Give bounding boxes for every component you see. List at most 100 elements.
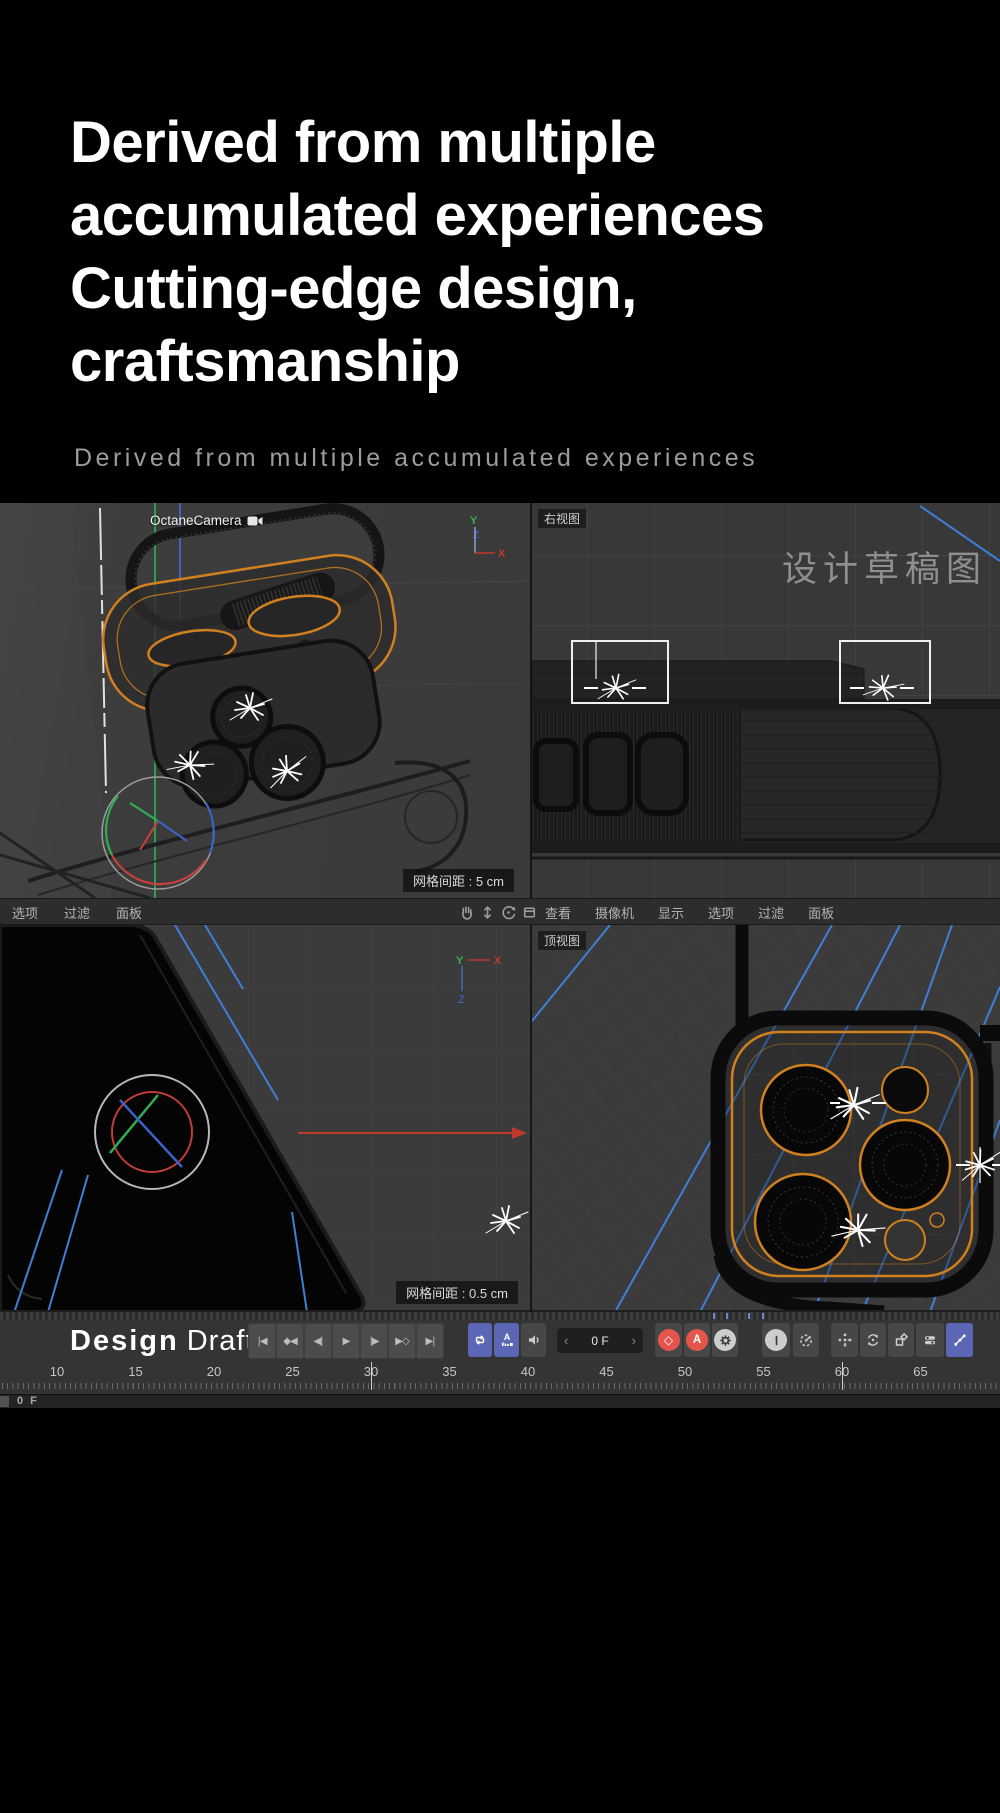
phone-silhouette <box>0 925 364 1312</box>
slider-handle[interactable] <box>0 1396 9 1407</box>
phone-top-drawing <box>0 925 530 1312</box>
pla-toggle[interactable] <box>946 1323 973 1357</box>
axis-z-label: Z <box>473 530 479 541</box>
rotation-icon <box>865 1332 881 1348</box>
axis-y-label: Y <box>456 955 464 967</box>
gauge-button[interactable] <box>793 1323 819 1357</box>
x-axis-arrow <box>298 1127 527 1139</box>
play-button[interactable]: ▶ <box>333 1324 359 1358</box>
menu-item[interactable]: 摄像机 <box>595 903 634 922</box>
axis-x-label: X <box>494 955 502 967</box>
title-line-4: craftsmanship <box>70 325 1000 398</box>
menubar-left: 选项 过滤 面板 <box>12 899 142 926</box>
design-draft-title: DesignDraft <box>70 1325 255 1358</box>
menu-item[interactable]: 过滤 <box>758 903 784 922</box>
key-tick <box>726 1313 728 1319</box>
watermark-text: 设计草稿图 <box>782 541 987 592</box>
menu-item[interactable]: 面板 <box>808 903 834 922</box>
perspective-wireframe-drawing <box>0 503 530 898</box>
autokeying-button[interactable]: A <box>684 1323 710 1357</box>
ruler-number: 15 <box>128 1364 142 1379</box>
ruler-number: 25 <box>285 1364 299 1379</box>
go-to-start-button[interactable]: |◀ <box>249 1324 275 1358</box>
scale-icon <box>893 1332 909 1348</box>
record-diamond-icon: ◇ <box>658 1329 680 1351</box>
svg-text:A: A <box>503 1332 510 1342</box>
menu-item[interactable]: 选项 <box>708 903 734 922</box>
sound-button[interactable] <box>521 1323 546 1357</box>
previous-frame-button[interactable]: ◀| <box>305 1324 331 1358</box>
ruler-number: 35 <box>442 1364 456 1379</box>
position-toggle[interactable] <box>831 1323 858 1357</box>
rotate-view-icon[interactable] <box>500 904 517 921</box>
loop-playback-button[interactable] <box>468 1323 492 1357</box>
speaker-icon <box>526 1332 542 1348</box>
menu-item[interactable]: 查看 <box>545 903 571 922</box>
current-frame-field[interactable]: ‹ 0 F › <box>557 1328 643 1353</box>
hero-section: Derived from multiple accumulated experi… <box>0 0 1000 473</box>
record-keyframe-button[interactable]: ◇ <box>655 1323 682 1357</box>
viewport-nav-icons <box>458 904 538 921</box>
ruler-number: 40 <box>521 1364 535 1379</box>
mouse-icon <box>765 1329 787 1351</box>
previous-key-button[interactable]: ◆◀ <box>277 1324 303 1358</box>
key-tick <box>713 1313 715 1319</box>
keying-settings-button[interactable] <box>712 1323 738 1357</box>
viewport-right-view[interactable]: 右视图 设计草稿图 <box>532 503 1000 898</box>
menu-item[interactable]: 面板 <box>116 903 142 922</box>
frame-marker <box>371 1362 372 1390</box>
parameter-pills-icon <box>922 1332 938 1348</box>
viewport-label[interactable]: 顶视图 <box>538 931 586 950</box>
title-line-1: Derived from multiple <box>70 106 1000 179</box>
rotation-toggle[interactable] <box>860 1323 886 1357</box>
timeline-key-strip[interactable] <box>0 1312 1000 1320</box>
scale-toggle[interactable] <box>888 1323 914 1357</box>
axis-gizmo: Y X Z <box>454 951 508 1012</box>
title-line-3: Cutting-edge design, <box>70 252 1000 325</box>
toggle-view-icon[interactable] <box>521 904 538 921</box>
dolly-zoom-icon[interactable] <box>479 904 496 921</box>
ruler-number: 20 <box>207 1364 221 1379</box>
go-to-end-button[interactable]: ▶| <box>417 1324 443 1358</box>
viewport-label[interactable]: 右视图 <box>538 509 586 528</box>
viewport-camera-top[interactable]: 顶视图 <box>532 925 1000 1312</box>
ruler-number: 45 <box>599 1364 613 1379</box>
parameter-toggle[interactable] <box>916 1323 944 1357</box>
viewport-perspective[interactable]: OctaneCamera Y Z X 网格间距 : 5 cm <box>0 503 530 898</box>
menu-item[interactable]: 显示 <box>658 903 684 922</box>
frame-ruler[interactable]: 101520253035404550556065 <box>0 1362 1000 1392</box>
axis-y-label: Y <box>470 515 478 527</box>
key-tick <box>748 1313 750 1319</box>
autokey-scope-button[interactable]: A <box>494 1323 519 1357</box>
keyframe-selection-button[interactable] <box>762 1323 790 1357</box>
transport-controls: |◀◆◀◀|▶|▶▶◇▶| <box>248 1323 444 1359</box>
internal-components <box>536 735 686 813</box>
animation-timeline: DesignDraft |◀◆◀◀|▶|▶▶◇▶| A <box>0 1312 1000 1408</box>
ruler-number: 55 <box>756 1364 770 1379</box>
frame-marker <box>842 1362 843 1390</box>
viewport-phone-top[interactable]: Y X Z 网格间距 : 0.5 cm <box>0 925 530 1312</box>
pan-hand-icon[interactable] <box>458 904 475 921</box>
next-key-button[interactable]: ▶◇ <box>389 1324 415 1358</box>
next-frame-button[interactable]: |▶ <box>361 1324 387 1358</box>
ruler-number: 65 <box>913 1364 927 1379</box>
camera-object-label[interactable]: OctaneCamera <box>150 513 264 528</box>
ruler-number: 50 <box>678 1364 692 1379</box>
subtitle: Derived from multiple accumulated experi… <box>74 444 1000 473</box>
grid-spacing-badge: 网格间距 : 5 cm <box>403 869 514 892</box>
timeline-slider-bar[interactable]: 0 F <box>0 1394 1000 1408</box>
key-tick <box>762 1313 764 1319</box>
viewport-menubar: 选项 过滤 面板 查看 摄像机 显示 选项 过滤 面板 <box>0 898 1000 925</box>
menu-item[interactable]: 选项 <box>12 903 38 922</box>
a-key-icon: A <box>499 1332 515 1348</box>
axis-gizmo: Y Z X <box>464 513 508 570</box>
frame-decrement[interactable]: ‹ <box>564 1333 568 1348</box>
timeline-toolbar: DesignDraft |◀◆◀◀|▶|▶▶◇▶| A <box>0 1320 1000 1364</box>
position-icon <box>837 1332 853 1348</box>
frame-increment[interactable]: › <box>632 1333 636 1348</box>
camera-closeup-drawing <box>532 925 1000 1312</box>
menu-item[interactable]: 过滤 <box>64 903 90 922</box>
title-line-2: accumulated experiences <box>70 179 1000 252</box>
axis-x-label: X <box>498 548 506 560</box>
ruler-number: 10 <box>50 1364 64 1379</box>
